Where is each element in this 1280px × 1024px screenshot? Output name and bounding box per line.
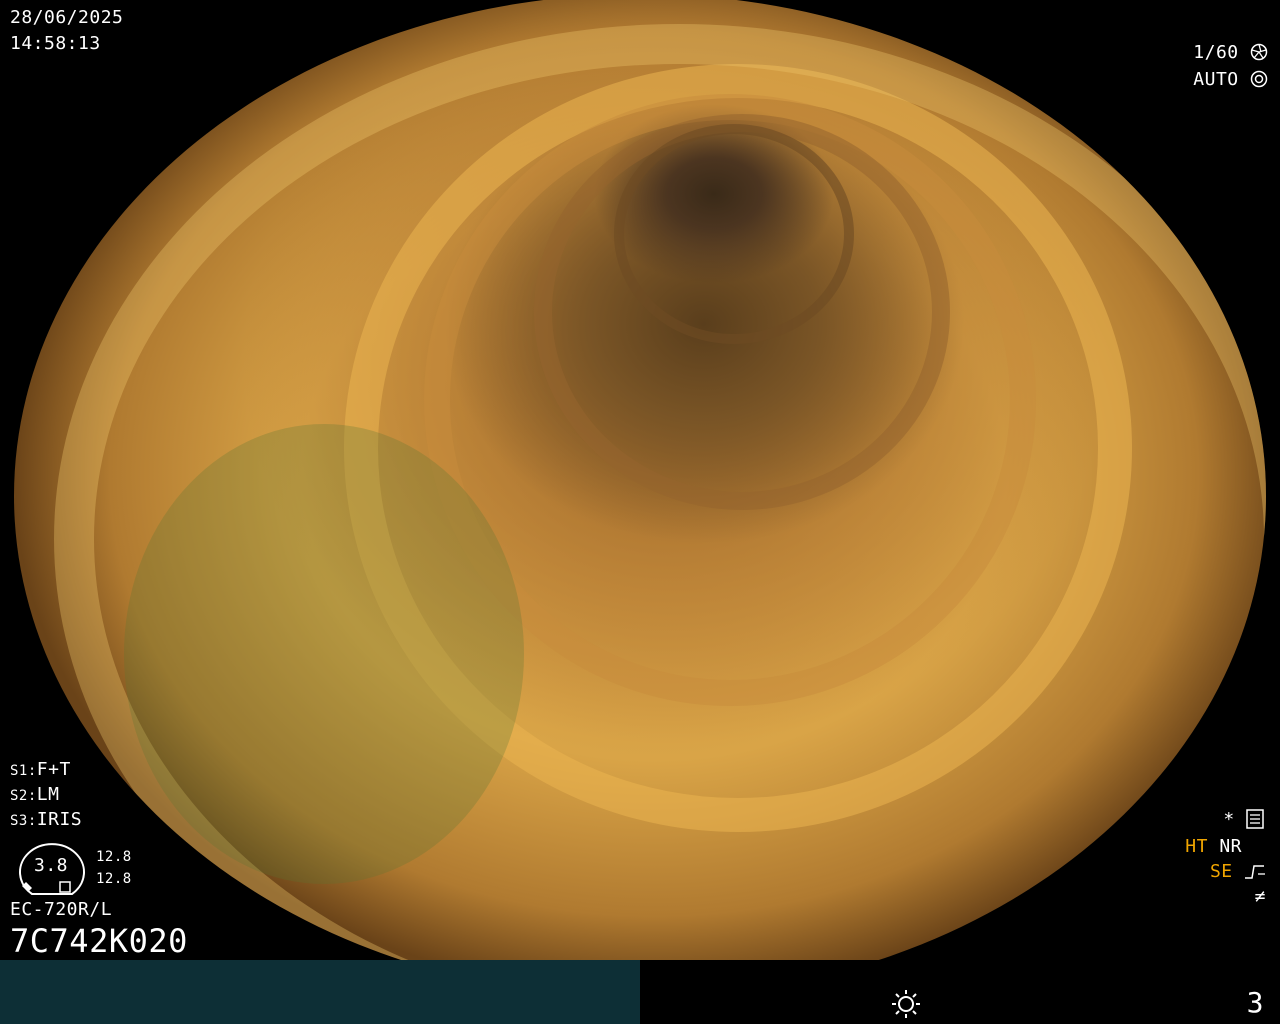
scope-model: EC-720R/L: [10, 899, 113, 920]
gauge-side-top: 12.8: [96, 849, 132, 865]
setting-s2: S2:LM: [10, 783, 59, 808]
aperture-icon: [1250, 42, 1268, 63]
exposure-mode-readout: AUTO: [1193, 68, 1268, 92]
exposure-mode-value: AUTO: [1193, 69, 1239, 90]
indicator-row-ht-nr: HT NR: [1185, 835, 1242, 859]
mucosal-fold: [124, 424, 524, 884]
se-indicator: SE: [1209, 861, 1233, 882]
setting-s1: S1:F+T: [10, 758, 71, 783]
enhance-curve-icon: [1233, 861, 1266, 882]
gauge-value: 3.8: [34, 855, 69, 876]
status-bar-left-panel: [0, 960, 640, 1024]
indicator-row-settings: *: [1223, 808, 1264, 832]
setting-slot: S2:: [10, 788, 37, 804]
nr-indicator: NR: [1219, 836, 1242, 857]
setting-value: F+T: [36, 759, 71, 780]
time-readout: 14:58:13: [10, 33, 101, 54]
asterisk-indicator: *: [1223, 809, 1235, 830]
indicator-row-se: SE: [1210, 860, 1266, 884]
sun-icon: [890, 988, 922, 1020]
shutter-readout: 1/60: [1193, 41, 1268, 65]
endoscopy-image: [14, 0, 1266, 998]
gauge-side-bottom: 12.8: [96, 871, 132, 887]
setting-value: IRIS: [36, 809, 83, 830]
setting-value: LM: [36, 784, 60, 805]
page-number: 3: [1246, 986, 1264, 1019]
ht-indicator: HT: [1185, 836, 1208, 857]
scope-serial: 7C742K020: [10, 922, 188, 960]
status-bar: 3: [0, 960, 1280, 1024]
shutter-value: 1/60: [1193, 42, 1239, 63]
setting-slot: S1:: [10, 763, 37, 779]
date-readout: 28/06/2025: [10, 7, 124, 28]
camera-icon: [1250, 69, 1268, 90]
f-indicator: ≠: [1254, 886, 1266, 907]
setting-slot: S3:: [10, 813, 37, 829]
setting-s3: S3:IRIS: [10, 808, 82, 833]
menu-list-icon: [1246, 809, 1264, 830]
